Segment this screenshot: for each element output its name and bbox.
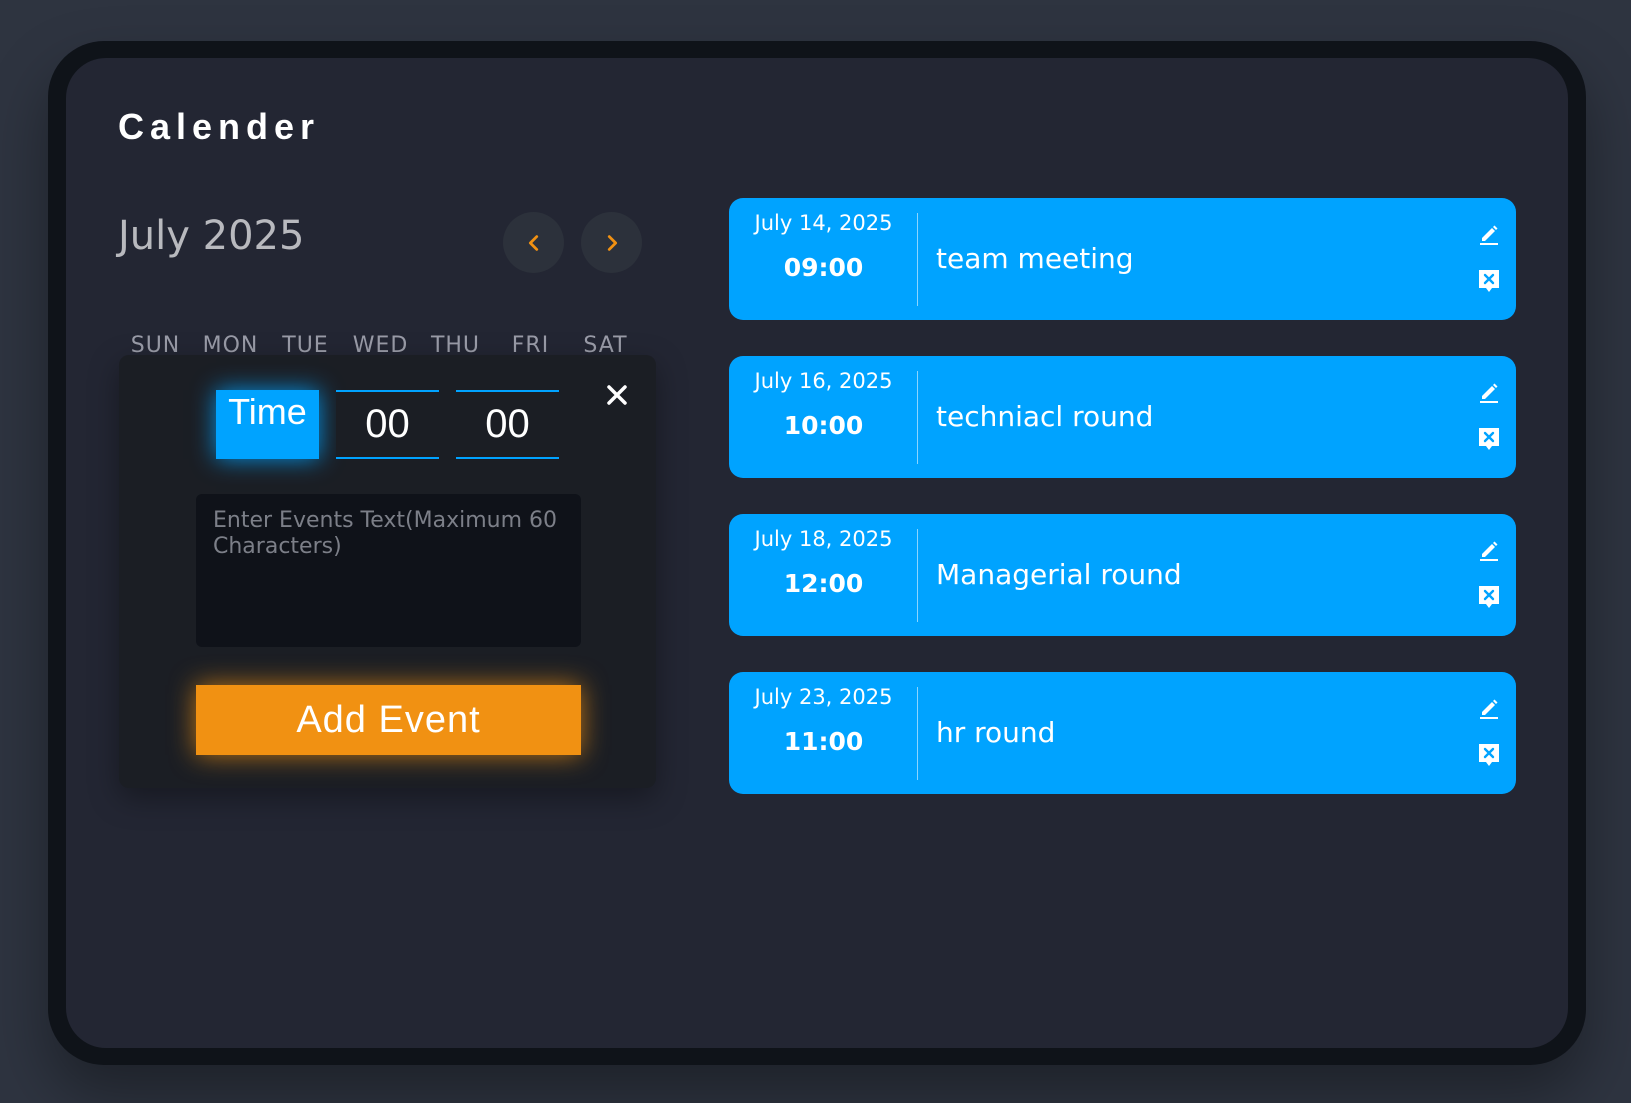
- close-popup-button[interactable]: [602, 380, 632, 410]
- event-card: July 18, 2025 12:00 Managerial round: [729, 514, 1516, 636]
- event-date: July 23, 2025: [754, 685, 893, 709]
- event-time: 09:00: [783, 253, 864, 282]
- delete-icon[interactable]: [1477, 742, 1501, 768]
- edit-icon[interactable]: [1477, 380, 1501, 404]
- event-text: Managerial round: [936, 558, 1182, 591]
- edit-icon[interactable]: [1477, 222, 1501, 246]
- event-divider: [917, 213, 918, 306]
- delete-icon[interactable]: [1477, 584, 1501, 610]
- event-divider: [917, 529, 918, 622]
- page-title: Calender: [118, 106, 321, 147]
- close-icon: [607, 385, 627, 405]
- hours-input[interactable]: [336, 390, 439, 459]
- event-time: 12:00: [783, 569, 864, 598]
- event-date: July 14, 2025: [754, 211, 893, 235]
- event-text: techniacl round: [936, 400, 1154, 433]
- delete-icon[interactable]: [1477, 268, 1501, 294]
- add-event-button[interactable]: Add Event: [196, 685, 581, 755]
- prev-month-button[interactable]: [503, 212, 564, 273]
- event-text: hr round: [936, 716, 1056, 749]
- event-time: 11:00: [783, 727, 864, 756]
- edit-icon[interactable]: [1477, 538, 1501, 562]
- event-date: July 18, 2025: [754, 527, 893, 551]
- event-divider: [917, 687, 918, 780]
- event-card: July 14, 2025 09:00 team meeting: [729, 198, 1516, 320]
- edit-icon[interactable]: [1477, 696, 1501, 720]
- event-date: July 16, 2025: [754, 369, 893, 393]
- next-month-button[interactable]: [581, 212, 642, 273]
- month-label: July 2025: [118, 213, 305, 259]
- event-card: July 23, 2025 11:00 hr round: [729, 672, 1516, 794]
- chevron-right-icon: [607, 234, 617, 251]
- add-event-popup: Time Add Event: [119, 355, 656, 788]
- app-frame: Calender July 2025 SUN MON TUE WED THU F…: [48, 41, 1586, 1065]
- calendar-panel: Calender July 2025 SUN MON TUE WED THU F…: [66, 58, 1568, 1048]
- delete-icon[interactable]: [1477, 426, 1501, 452]
- event-card: July 16, 2025 10:00 techniacl round: [729, 356, 1516, 478]
- event-divider: [917, 371, 918, 464]
- event-text: team meeting: [936, 242, 1134, 275]
- event-text-input[interactable]: [196, 494, 581, 647]
- time-label: Time: [216, 390, 319, 459]
- events-list: July 14, 2025 09:00 team meeting July 16…: [729, 198, 1516, 830]
- minutes-input[interactable]: [456, 390, 559, 459]
- chevron-left-icon: [528, 234, 538, 251]
- event-time: 10:00: [783, 411, 864, 440]
